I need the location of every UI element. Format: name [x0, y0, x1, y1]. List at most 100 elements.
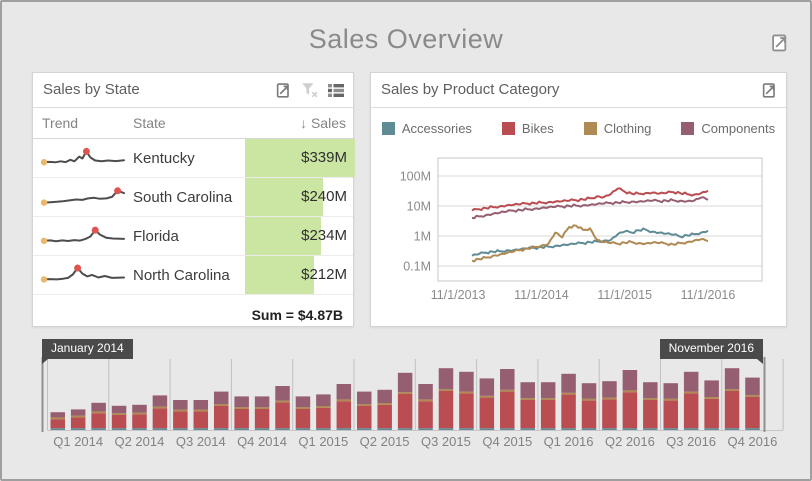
range-bar-segment-components[interactable] — [479, 378, 495, 396]
range-bar-segment-bikes[interactable] — [234, 409, 249, 429]
range-bar-segment-clothing[interactable] — [336, 399, 352, 402]
range-bar-segment-components[interactable] — [173, 400, 188, 410]
range-bar-segment-bikes[interactable] — [70, 417, 86, 429]
range-bar-segment-bikes[interactable] — [275, 402, 290, 429]
range-bar-segment-accessories[interactable] — [438, 428, 454, 430]
range-bar-segment-bikes[interactable] — [602, 399, 617, 429]
range-bar-segment-components[interactable] — [602, 381, 617, 398]
range-bar-segment-bikes[interactable] — [295, 409, 311, 429]
range-bar-segment-clothing[interactable] — [275, 400, 290, 403]
range-bar-segment-bikes[interactable] — [132, 414, 147, 429]
range-bar-segment-accessories[interactable] — [132, 428, 147, 430]
range-bar-segment-components[interactable] — [581, 383, 597, 399]
clear-filter-icon[interactable] — [301, 82, 318, 98]
range-bar-segment-clothing[interactable] — [357, 404, 372, 406]
range-bar-segment-components[interactable] — [213, 391, 229, 405]
range-bar-segment-components[interactable] — [540, 382, 556, 399]
range-bar-segment-accessories[interactable] — [724, 428, 740, 430]
range-bar-segment-components[interactable] — [704, 380, 719, 397]
range-bar-segment-accessories[interactable] — [622, 428, 638, 430]
range-bar-segment-bikes[interactable] — [683, 393, 699, 429]
range-bar-segment-components[interactable] — [377, 389, 392, 403]
export-icon[interactable] — [275, 82, 292, 99]
range-bar-segment-components[interactable] — [336, 384, 352, 400]
range-bar-segment-clothing[interactable] — [254, 407, 270, 409]
range-bar-segment-bikes[interactable] — [336, 401, 352, 429]
range-end-flag[interactable]: November 2016 — [659, 339, 764, 364]
range-bar-segment-clothing[interactable] — [132, 412, 147, 415]
range-start-flag[interactable]: January 2014 — [42, 339, 133, 364]
legend-item-bikes[interactable]: Bikes — [501, 121, 554, 136]
range-bar-segment-clothing[interactable] — [50, 417, 66, 420]
table-row[interactable]: South Carolina $240M — [33, 178, 353, 217]
range-bar-segment-accessories[interactable] — [111, 428, 127, 430]
range-bar-segment-accessories[interactable] — [193, 428, 209, 430]
range-bar-segment-accessories[interactable] — [520, 428, 535, 430]
range-bar-segment-components[interactable] — [70, 409, 86, 416]
range-bar-segment-components[interactable] — [745, 377, 760, 396]
range-bar-segment-bikes[interactable] — [643, 400, 658, 429]
range-bar-segment-clothing[interactable] — [438, 389, 454, 391]
range-bar-segment-accessories[interactable] — [683, 428, 699, 430]
column-header-state[interactable]: State — [133, 115, 245, 131]
range-bar-segment-accessories[interactable] — [479, 428, 495, 430]
range-bar-segment-components[interactable] — [152, 395, 168, 407]
range-bar-segment-components[interactable] — [643, 382, 658, 399]
range-bar-segment-accessories[interactable] — [704, 428, 719, 430]
range-bar-segment-clothing[interactable] — [500, 389, 515, 392]
range-bar-segment-clothing[interactable] — [643, 398, 658, 400]
export-icon[interactable] — [761, 82, 778, 99]
range-bar-segment-components[interactable] — [663, 383, 679, 399]
range-bar-segment-clothing[interactable] — [234, 407, 249, 409]
range-bar-segment-accessories[interactable] — [213, 428, 229, 430]
range-bar-segment-bikes[interactable] — [397, 394, 413, 429]
range-bar-segment-clothing[interactable] — [724, 389, 740, 391]
range-bar-segment-clothing[interactable] — [745, 395, 760, 397]
range-bar-segment-clothing[interactable] — [397, 392, 413, 394]
range-bar-segment-accessories[interactable] — [70, 428, 86, 430]
range-bar-segment-components[interactable] — [683, 371, 699, 392]
range-bar-segment-clothing[interactable] — [520, 398, 535, 400]
range-bar-segment-accessories[interactable] — [234, 428, 249, 430]
range-bar-segment-components[interactable] — [520, 382, 535, 399]
range-bar-segment-bikes[interactable] — [459, 393, 474, 429]
legend-item-components[interactable]: Components — [681, 121, 775, 136]
range-bar-segment-clothing[interactable] — [295, 407, 311, 409]
range-bar-segment-bikes[interactable] — [152, 408, 168, 429]
range-bar-segment-components[interactable] — [295, 396, 311, 408]
legend-item-accessories[interactable]: Accessories — [381, 121, 472, 136]
range-bar-segment-bikes[interactable] — [745, 397, 760, 429]
range-bar-segment-components[interactable] — [724, 368, 740, 390]
range-bar-segment-accessories[interactable] — [643, 428, 658, 430]
range-bar-segment-components[interactable] — [316, 394, 331, 406]
range-bar-segment-bikes[interactable] — [213, 406, 229, 429]
range-bar-segment-accessories[interactable] — [561, 428, 576, 430]
range-bar-segment-clothing[interactable] — [91, 411, 106, 414]
range-bar-segment-bikes[interactable] — [438, 391, 454, 429]
range-bar-segment-clothing[interactable] — [173, 409, 188, 412]
range-bar-segment-bikes[interactable] — [581, 400, 597, 429]
range-bar-segment-components[interactable] — [622, 370, 638, 391]
range-bar-segment-clothing[interactable] — [704, 397, 719, 399]
range-bar-segment-accessories[interactable] — [377, 428, 392, 430]
range-bar-segment-clothing[interactable] — [70, 415, 86, 418]
grid-layout-icon[interactable] — [327, 83, 345, 98]
range-bar-segment-clothing[interactable] — [622, 390, 638, 393]
range-bar-segment-bikes[interactable] — [254, 409, 270, 429]
range-bar-segment-bikes[interactable] — [704, 398, 719, 429]
range-bar-segment-accessories[interactable] — [663, 428, 679, 430]
range-bar-segment-clothing[interactable] — [377, 403, 392, 405]
range-bar-segment-accessories[interactable] — [316, 428, 331, 430]
range-bar-segment-bikes[interactable] — [724, 391, 740, 429]
range-bar-segment-clothing[interactable] — [316, 406, 331, 408]
range-bar-segment-bikes[interactable] — [479, 397, 495, 429]
range-bar-segment-clothing[interactable] — [193, 409, 209, 412]
range-bar-segment-components[interactable] — [193, 400, 209, 410]
range-bar-segment-clothing[interactable] — [152, 406, 168, 409]
range-bar-segment-bikes[interactable] — [622, 392, 638, 429]
range-bar-segment-components[interactable] — [561, 373, 576, 393]
range-bar-segment-accessories[interactable] — [581, 428, 597, 430]
range-bar-segment-bikes[interactable] — [663, 400, 679, 429]
range-bar-segment-bikes[interactable] — [193, 411, 209, 429]
table-row[interactable]: Florida $234M — [33, 217, 353, 256]
